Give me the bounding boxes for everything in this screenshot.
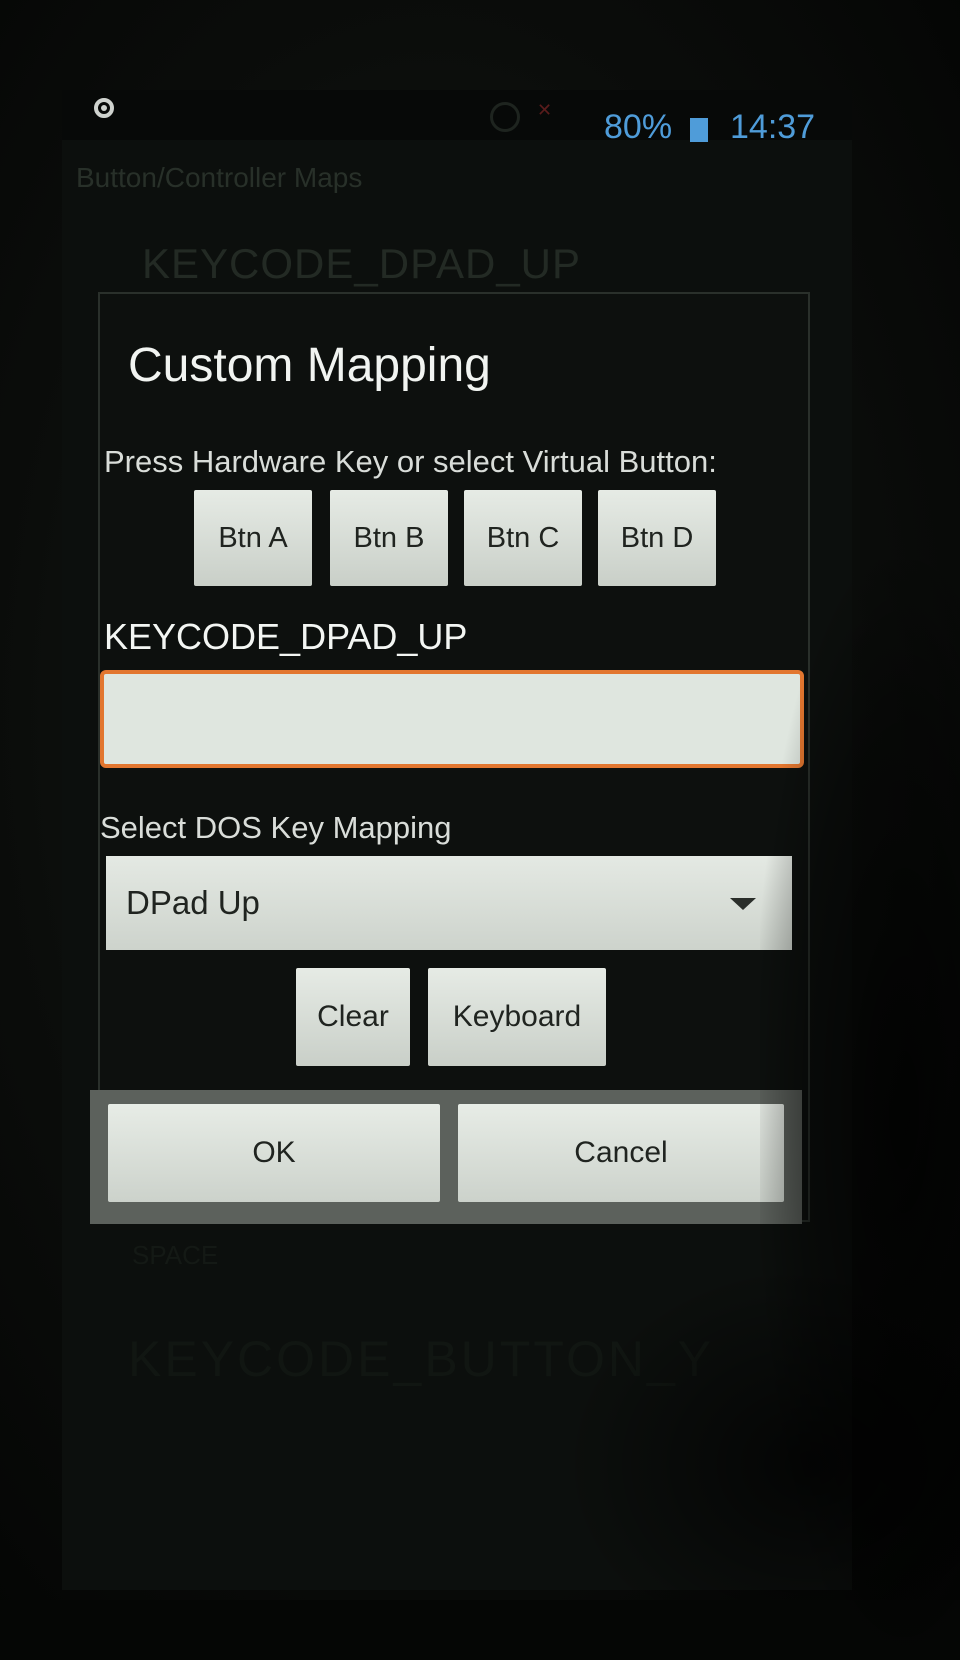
alarm-icon (490, 102, 520, 132)
dropdown-arrow-icon (730, 898, 756, 910)
background-space-label: SPACE (132, 1240, 219, 1270)
no-signal-icon: ✕ (537, 100, 553, 121)
virtual-button-b[interactable]: Btn B (330, 490, 448, 586)
dialog-title: Custom Mapping (128, 339, 491, 392)
dos-mapping-selected: DPad Up (126, 884, 260, 921)
status-time: 14:37 (730, 108, 816, 146)
device-screen: ✕ 80% 14:37 Button/Controller Maps KEYCO… (62, 90, 852, 1590)
dialog-footer: OK Cancel (90, 1090, 802, 1224)
battery-icon (690, 118, 708, 142)
background-app-title: Button/Controller Maps (76, 162, 363, 193)
dos-mapping-label: Select DOS Key Mapping (100, 810, 452, 845)
virtual-button-a[interactable]: Btn A (194, 490, 312, 586)
custom-mapping-dialog: Custom Mapping Press Hardware Key or sel… (90, 292, 810, 1224)
cancel-button[interactable]: Cancel (458, 1104, 784, 1202)
virtual-button-c[interactable]: Btn C (464, 490, 582, 586)
keycode-label: KEYCODE_DPAD_UP (104, 616, 468, 657)
clear-button[interactable]: Clear (296, 968, 410, 1066)
virtual-button-d[interactable]: Btn D (598, 490, 716, 586)
ok-button[interactable]: OK (108, 1104, 440, 1202)
background-keycode-item: KEYCODE_DPAD_UP (142, 240, 582, 287)
target-ring-icon (94, 98, 114, 118)
instruction-text: Press Hardware Key or select Virtual But… (104, 444, 717, 479)
keycode-input[interactable] (100, 670, 804, 768)
background-keycode-item-2: KEYCODE_BUTTON_Y (128, 1331, 715, 1387)
battery-percent: 80% (604, 108, 673, 146)
keyboard-button[interactable]: Keyboard (428, 968, 606, 1066)
status-bar: ✕ 80% 14:37 (62, 90, 852, 146)
dos-mapping-dropdown[interactable]: DPad Up (106, 856, 792, 950)
